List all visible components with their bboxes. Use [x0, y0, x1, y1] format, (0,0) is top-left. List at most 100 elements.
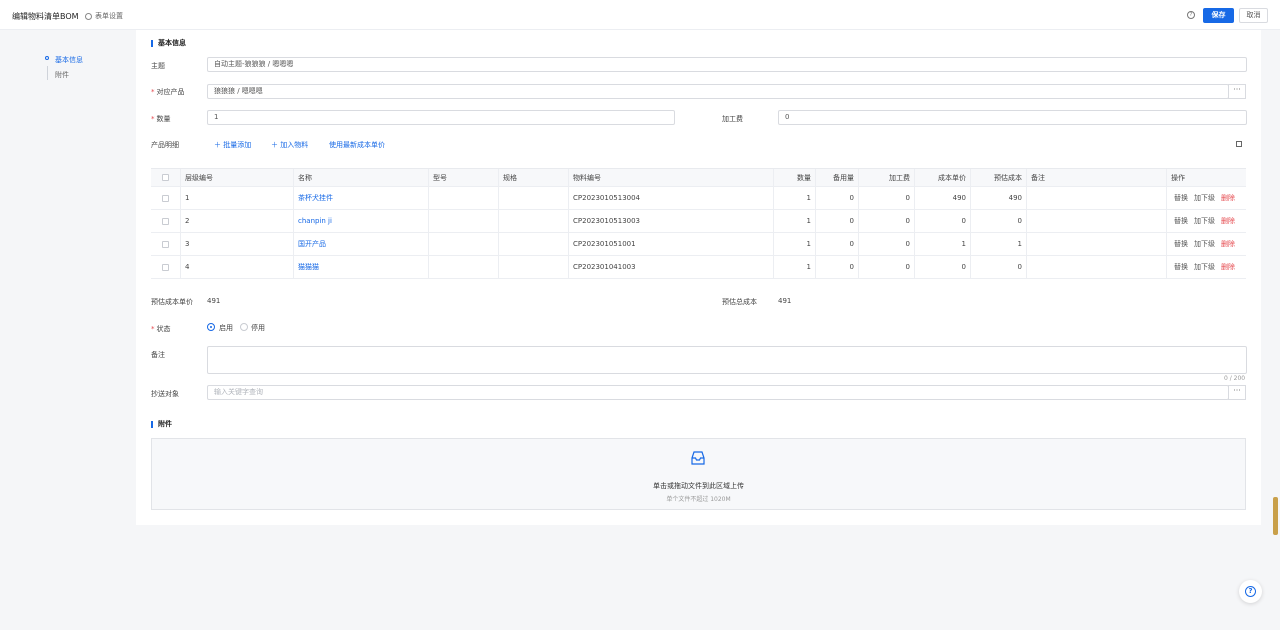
- product-label: * 对应产品: [151, 88, 185, 96]
- quantity-input[interactable]: 1: [207, 110, 675, 125]
- cell-fee[interactable]: 0: [859, 210, 915, 232]
- save-button[interactable]: 保存: [1203, 8, 1234, 23]
- replace-button[interactable]: 替换: [1174, 262, 1188, 272]
- col-model: 型号: [429, 169, 499, 186]
- col-spare: 备用量: [816, 169, 859, 186]
- status-enabled-label[interactable]: 启用: [219, 323, 233, 333]
- cell-fee[interactable]: 0: [859, 233, 915, 255]
- row-checkbox[interactable]: [162, 263, 169, 271]
- cell-note[interactable]: [1027, 187, 1167, 209]
- cell-quantity[interactable]: 1: [774, 210, 816, 232]
- product-detail-table: 层级编号 名称 型号 规格 物料编号 数量 备用量 加工费 成本单价 预估成本 …: [151, 168, 1246, 279]
- status-disabled-radio[interactable]: [240, 323, 248, 331]
- col-note: 备注: [1027, 169, 1167, 186]
- help-icon[interactable]: ?: [1187, 11, 1195, 19]
- select-all-checkbox[interactable]: [162, 174, 169, 181]
- cell-level: 4: [181, 256, 294, 278]
- use-latest-cost-button[interactable]: 使用最新成本单价: [329, 140, 385, 150]
- help-float-button[interactable]: ?: [1239, 580, 1262, 603]
- cell-unit-cost[interactable]: 0: [915, 256, 971, 278]
- cc-search-input[interactable]: 输入关键字查询: [207, 385, 1229, 400]
- cell-quantity[interactable]: 1: [774, 233, 816, 255]
- subject-label: 主题: [151, 62, 165, 70]
- cell-spare[interactable]: 0: [816, 233, 859, 255]
- cell-spare[interactable]: 0: [816, 210, 859, 232]
- upload-dropzone[interactable]: 单击或拖动文件到此区域上传 单个文件不超过 1020M: [151, 438, 1246, 510]
- est-total-cost-value: 491: [778, 297, 792, 305]
- plus-icon: ＋: [214, 141, 224, 149]
- cell-spare[interactable]: 0: [816, 256, 859, 278]
- delete-button[interactable]: 删除: [1221, 239, 1235, 249]
- product-input[interactable]: 狼狼狼 / 嗯嗯嗯: [207, 84, 1229, 99]
- row-checkbox-cell: [151, 233, 181, 255]
- add-sub-button[interactable]: 加下级: [1194, 262, 1215, 272]
- add-sub-button[interactable]: 加下级: [1194, 239, 1215, 249]
- fullscreen-icon[interactable]: [1236, 141, 1242, 147]
- cell-name-link[interactable]: 猫猫猫: [294, 256, 429, 278]
- cell-level: 3: [181, 233, 294, 255]
- cell-spare[interactable]: 0: [816, 187, 859, 209]
- cell-note[interactable]: [1027, 256, 1167, 278]
- cell-model: [429, 233, 499, 255]
- form-panel: 基本信息 主题 自动主题-狼狼狼 / 嗯嗯嗯 * 对应产品 狼狼狼 / 嗯嗯嗯 ·…: [136, 30, 1261, 525]
- cell-est-cost: 490: [971, 187, 1027, 209]
- subject-input[interactable]: 自动主题-狼狼狼 / 嗯嗯嗯: [207, 57, 1247, 72]
- inbox-icon: [691, 451, 705, 465]
- cell-spec: [499, 256, 569, 278]
- status-enabled-radio[interactable]: [207, 323, 215, 331]
- add-sub-button[interactable]: 加下级: [1194, 216, 1215, 226]
- cell-note[interactable]: [1027, 210, 1167, 232]
- product-picker-button[interactable]: ···: [1228, 84, 1246, 99]
- quantity-label: * 数量: [151, 115, 171, 123]
- page-title: 编辑物料清单BOM: [12, 12, 79, 21]
- cell-name-link[interactable]: 茶杯犬挂件: [294, 187, 429, 209]
- cell-name-link[interactable]: chanpin ji: [294, 210, 429, 232]
- table-row: 2 chanpin ji CP2023010513003 1 0 0 0 0 替…: [151, 210, 1246, 233]
- replace-button[interactable]: 替换: [1174, 216, 1188, 226]
- delete-button[interactable]: 删除: [1221, 262, 1235, 272]
- cancel-button[interactable]: 取消: [1239, 8, 1268, 23]
- form-settings-label: 表单设置: [95, 12, 123, 20]
- col-material-code: 物料编号: [569, 169, 774, 186]
- anchor-line: [47, 66, 48, 80]
- cell-unit-cost[interactable]: 1: [915, 233, 971, 255]
- processing-fee-input[interactable]: 0: [778, 110, 1247, 125]
- cell-operations: 替换 加下级 删除: [1167, 233, 1246, 255]
- table-row: 1 茶杯犬挂件 CP2023010513004 1 0 0 490 490 替换…: [151, 187, 1246, 210]
- cell-material-code: CP2023010513004: [569, 187, 774, 209]
- delete-button[interactable]: 删除: [1221, 216, 1235, 226]
- header-checkbox-cell: [151, 169, 181, 186]
- cc-picker-button[interactable]: ···: [1228, 385, 1246, 400]
- batch-add-button[interactable]: ＋ 批量添加: [214, 140, 251, 150]
- add-material-button[interactable]: ＋ 加入物料: [271, 140, 308, 150]
- add-sub-button[interactable]: 加下级: [1194, 193, 1215, 203]
- row-checkbox[interactable]: [162, 217, 169, 225]
- help-icon: ?: [1245, 586, 1256, 597]
- row-checkbox[interactable]: [162, 194, 169, 202]
- nav-item-attachment[interactable]: 附件: [55, 70, 69, 80]
- cell-quantity[interactable]: 1: [774, 187, 816, 209]
- status-label: * 状态: [151, 325, 171, 333]
- side-anchor-nav: 基本信息 附件: [30, 30, 136, 525]
- remark-textarea[interactable]: [207, 346, 1247, 374]
- cell-fee[interactable]: 0: [859, 256, 915, 278]
- cell-note[interactable]: [1027, 233, 1167, 255]
- table-header-row: 层级编号 名称 型号 规格 物料编号 数量 备用量 加工费 成本单价 预估成本 …: [151, 169, 1246, 187]
- replace-button[interactable]: 替换: [1174, 239, 1188, 249]
- row-checkbox[interactable]: [162, 240, 169, 248]
- replace-button[interactable]: 替换: [1174, 193, 1188, 203]
- scrollbar-thumb[interactable]: [1273, 497, 1278, 535]
- cell-est-cost: 1: [971, 233, 1027, 255]
- cc-label: 抄送对象: [151, 390, 179, 398]
- nav-item-basic-info[interactable]: 基本信息: [55, 55, 83, 65]
- cell-unit-cost[interactable]: 0: [915, 210, 971, 232]
- cell-material-code: CP2023010410​03: [569, 256, 774, 278]
- delete-button[interactable]: 删除: [1221, 193, 1235, 203]
- cell-quantity[interactable]: 1: [774, 256, 816, 278]
- cell-name-link[interactable]: 国开产品: [294, 233, 429, 255]
- cell-unit-cost[interactable]: 490: [915, 187, 971, 209]
- col-name: 名称: [294, 169, 429, 186]
- status-disabled-label[interactable]: 停用: [251, 323, 265, 333]
- cell-fee[interactable]: 0: [859, 187, 915, 209]
- form-settings-link[interactable]: 表单设置: [85, 11, 123, 21]
